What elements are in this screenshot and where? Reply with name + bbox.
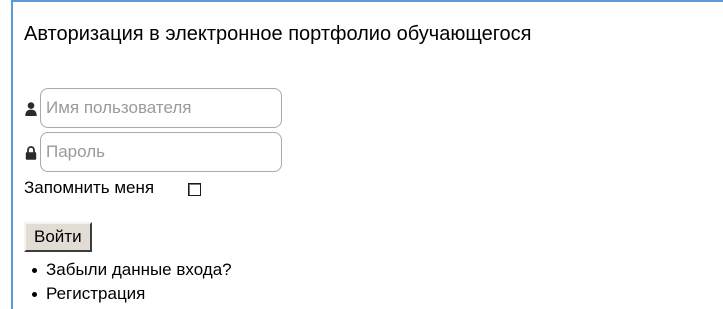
user-icon	[24, 100, 38, 116]
lock-icon	[24, 144, 38, 160]
forgot-credentials-link[interactable]: Забыли данные входа?	[46, 260, 232, 279]
remember-me-label: Запомнить меня	[24, 178, 155, 197]
bullet-icon	[32, 292, 37, 297]
remember-me-row: Запомнить меня	[24, 178, 202, 198]
help-links: Забыли данные входа? Регистрация	[24, 258, 232, 306]
username-row	[24, 88, 282, 128]
page-title: Авторизация в электронное портфолио обуч…	[24, 23, 532, 45]
remember-me-checkbox[interactable]	[188, 182, 202, 196]
login-panel: Авторизация в электронное портфолио обуч…	[11, 0, 723, 309]
list-item: Забыли данные входа?	[24, 258, 232, 282]
password-row	[24, 132, 282, 172]
username-input[interactable]	[40, 88, 282, 128]
list-item: Регистрация	[24, 282, 232, 306]
password-input[interactable]	[40, 132, 282, 172]
register-link[interactable]: Регистрация	[46, 284, 145, 303]
bullet-icon	[32, 268, 37, 273]
login-button[interactable]: Войти	[24, 222, 92, 252]
